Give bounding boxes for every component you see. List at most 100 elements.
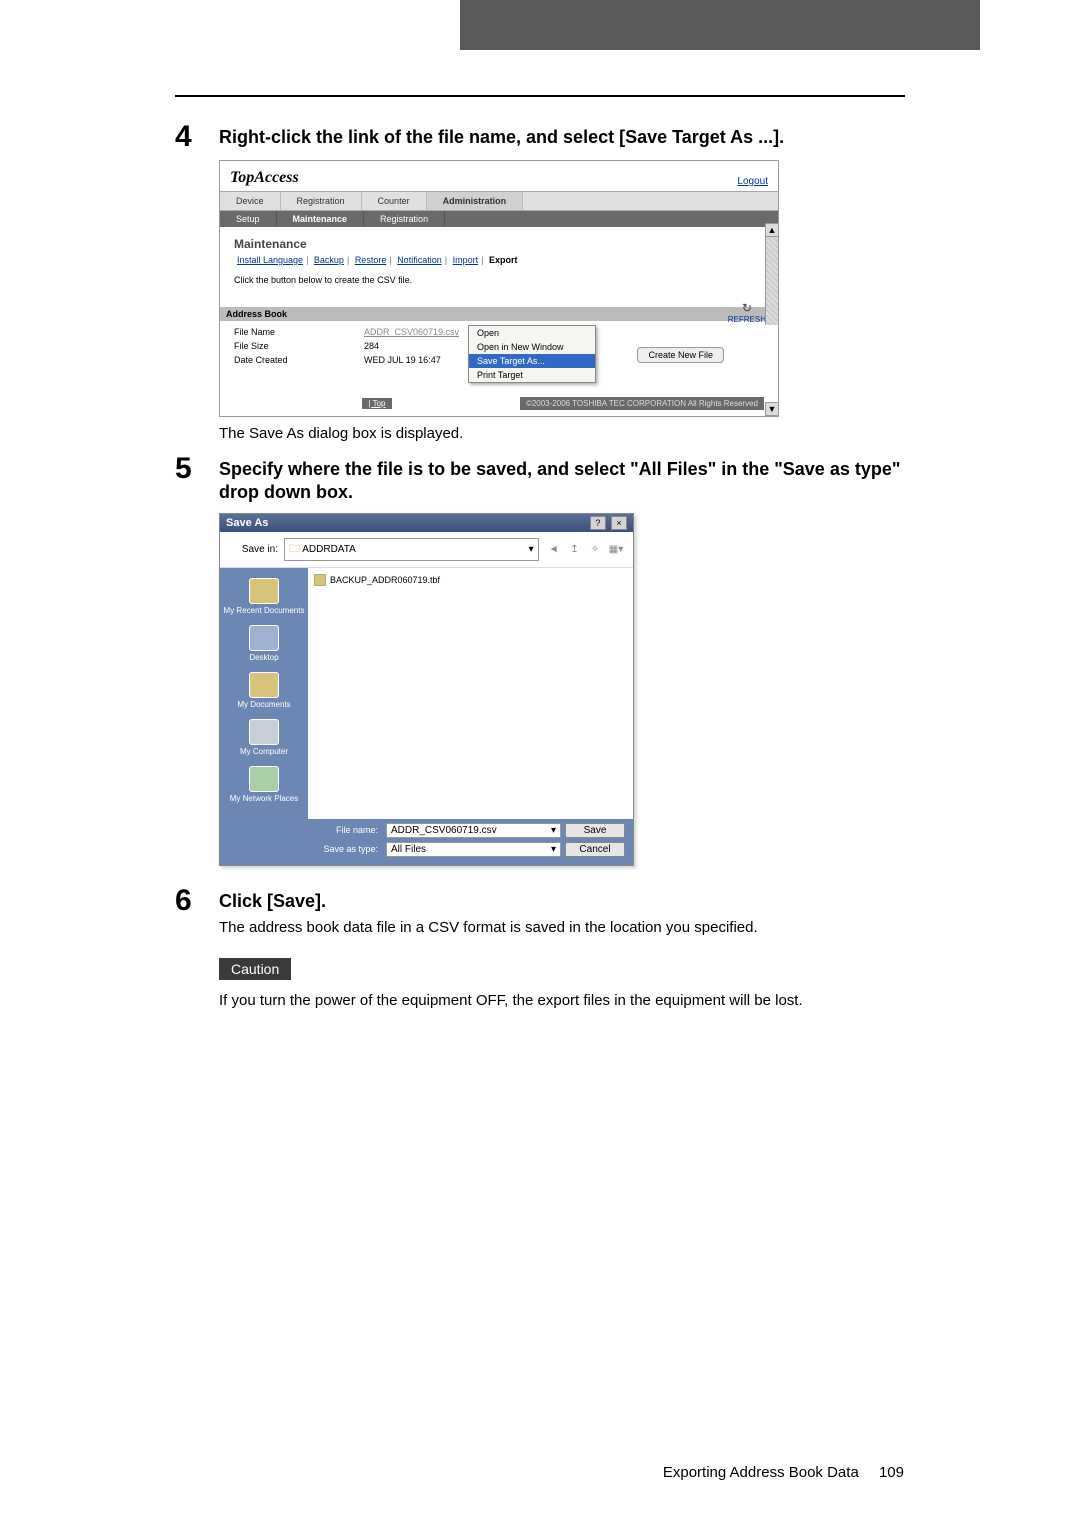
- filesize-label: File Size: [234, 341, 364, 351]
- place-label: My Documents: [220, 700, 308, 709]
- link-restore[interactable]: Restore: [355, 255, 387, 265]
- filename-input[interactable]: ADDR_CSV060719.csv ▾: [386, 823, 561, 838]
- scroll-up-icon[interactable]: ▲: [765, 223, 779, 237]
- caution-badge: Caution: [219, 958, 291, 980]
- step-number: 4: [175, 122, 219, 152]
- cm-save-target-as[interactable]: Save Target As...: [469, 354, 595, 368]
- step-4-result: The Save As dialog box is displayed.: [219, 423, 905, 444]
- up-icon[interactable]: ↥: [565, 544, 583, 555]
- step-body: The address book data file in a CSV form…: [219, 917, 758, 938]
- place-label: My Computer: [220, 747, 308, 756]
- place-mynetwork[interactable]: My Network Places: [220, 766, 308, 803]
- file-list-area[interactable]: BACKUP_ADDR060719.tbf: [308, 568, 633, 819]
- close-icon[interactable]: ×: [611, 516, 627, 530]
- step-number: 5: [175, 454, 219, 484]
- main-tabs: Device Registration Counter Administrati…: [220, 191, 778, 211]
- create-new-file-button[interactable]: Create New File: [637, 347, 724, 363]
- page-number: 109: [879, 1464, 904, 1481]
- place-label: My Network Places: [220, 794, 308, 803]
- instruction-text: Click the button below to create the CSV…: [234, 275, 764, 285]
- topaccess-window: TopAccess Logout Device Registration Cou…: [219, 160, 779, 417]
- cancel-button[interactable]: Cancel: [565, 842, 625, 857]
- link-import[interactable]: Import: [453, 255, 479, 265]
- step-6: 6 Click [Save]. The address book data fi…: [175, 886, 905, 938]
- context-menu: Open Open in New Window Save Target As..…: [468, 325, 596, 383]
- top-link-label: Top: [373, 399, 386, 408]
- link-install-language[interactable]: Install Language: [237, 255, 303, 265]
- date-value: WED JUL 19 16:47: [364, 355, 484, 365]
- maintenance-heading: Maintenance: [234, 237, 764, 251]
- filename-value: ADDR_CSV060719.csv: [391, 825, 497, 836]
- refresh-label: REFRESH: [728, 315, 766, 324]
- file-entry[interactable]: BACKUP_ADDR060719.tbf: [314, 574, 627, 586]
- subtab-registration[interactable]: Registration: [364, 211, 445, 227]
- place-recent[interactable]: My Recent Documents: [220, 578, 308, 615]
- places-bar: My Recent Documents Desktop My Documents…: [220, 568, 308, 819]
- cm-open[interactable]: Open: [469, 326, 595, 340]
- filesize-value: 284: [364, 341, 484, 351]
- subtab-setup[interactable]: Setup: [220, 211, 277, 227]
- top-link[interactable]: | Top: [362, 398, 391, 409]
- place-desktop[interactable]: Desktop: [220, 625, 308, 662]
- chevron-down-icon: ▾: [529, 544, 534, 555]
- refresh-icon: ↻: [728, 301, 766, 315]
- step-number: 6: [175, 886, 219, 916]
- page-content: 4 Right-click the link of the file name,…: [175, 95, 905, 1021]
- step-title: Specify where the file is to be saved, a…: [219, 454, 905, 505]
- chevron-down-icon: ▾: [551, 825, 556, 836]
- save-in-dropdown[interactable]: 🗀 ADDRDATA ▾: [284, 538, 539, 561]
- scroll-down-icon[interactable]: ▼: [765, 402, 779, 416]
- link-notification[interactable]: Notification: [397, 255, 442, 265]
- place-label: My Recent Documents: [220, 606, 308, 615]
- save-in-value: ADDRDATA: [302, 544, 356, 555]
- tab-device[interactable]: Device: [220, 192, 281, 211]
- step-5: 5 Specify where the file is to be saved,…: [175, 454, 905, 505]
- filename-label: File name:: [312, 825, 382, 835]
- filename-label: File Name: [234, 327, 364, 337]
- header-dark-band: [460, 0, 980, 50]
- tab-counter[interactable]: Counter: [362, 192, 427, 211]
- refresh-link[interactable]: ↻ REFRESH: [728, 301, 766, 324]
- sub-tabs: Setup Maintenance Registration: [220, 211, 778, 227]
- save-as-dialog: Save As ? × Save in: 🗀 ADDRDATA ▾ ◄ ↥ ✧ …: [219, 513, 634, 866]
- step-4: 4 Right-click the link of the file name,…: [175, 122, 905, 152]
- step-title: Right-click the link of the file name, a…: [219, 122, 784, 149]
- logout-link[interactable]: Logout: [737, 176, 768, 187]
- savetype-dropdown[interactable]: All Files ▾: [386, 842, 561, 857]
- maintenance-links: Install Language| Backup| Restore| Notif…: [234, 255, 764, 265]
- folder-icon: 🗀: [289, 543, 300, 555]
- file-entry-name: BACKUP_ADDR060719.tbf: [330, 575, 440, 585]
- link-export[interactable]: Export: [489, 255, 518, 265]
- page-footer: Exporting Address Book Data 109: [663, 1464, 904, 1481]
- dialog-title: Save As: [226, 517, 268, 529]
- file-icon: [314, 574, 326, 586]
- caution-text: If you turn the power of the equipment O…: [219, 990, 905, 1011]
- cm-open-new-window[interactable]: Open in New Window: [469, 340, 595, 354]
- subtab-maintenance[interactable]: Maintenance: [277, 211, 365, 227]
- cm-print-target[interactable]: Print Target: [469, 368, 595, 382]
- place-mydocs[interactable]: My Documents: [220, 672, 308, 709]
- view-menu-icon[interactable]: ▦▾: [607, 544, 625, 555]
- date-label: Date Created: [234, 355, 364, 365]
- place-label: Desktop: [220, 653, 308, 662]
- filename-link[interactable]: ADDR_CSV060719.csv: [364, 327, 484, 337]
- scrollbar-track[interactable]: [765, 237, 779, 325]
- link-backup[interactable]: Backup: [314, 255, 344, 265]
- place-mycomputer[interactable]: My Computer: [220, 719, 308, 756]
- tab-registration[interactable]: Registration: [281, 192, 362, 211]
- help-icon[interactable]: ?: [590, 516, 606, 530]
- back-icon[interactable]: ◄: [545, 544, 563, 555]
- step-title: Click [Save].: [219, 886, 758, 913]
- save-button[interactable]: Save: [565, 823, 625, 838]
- savetype-value: All Files: [391, 844, 426, 855]
- nav-icons: ◄ ↥ ✧ ▦▾: [545, 544, 625, 555]
- copyright-text: ©2003-2006 TOSHIBA TEC CORPORATION All R…: [520, 397, 764, 410]
- tab-administration[interactable]: Administration: [427, 192, 524, 211]
- new-folder-icon[interactable]: ✧: [586, 544, 604, 555]
- save-in-label: Save in:: [228, 544, 278, 555]
- topaccess-logo: TopAccess: [230, 169, 299, 187]
- chevron-down-icon: ▾: [551, 844, 556, 855]
- address-book-header: Address Book: [220, 307, 778, 321]
- savetype-label: Save as type:: [312, 844, 382, 854]
- footer-text: Exporting Address Book Data: [663, 1464, 859, 1481]
